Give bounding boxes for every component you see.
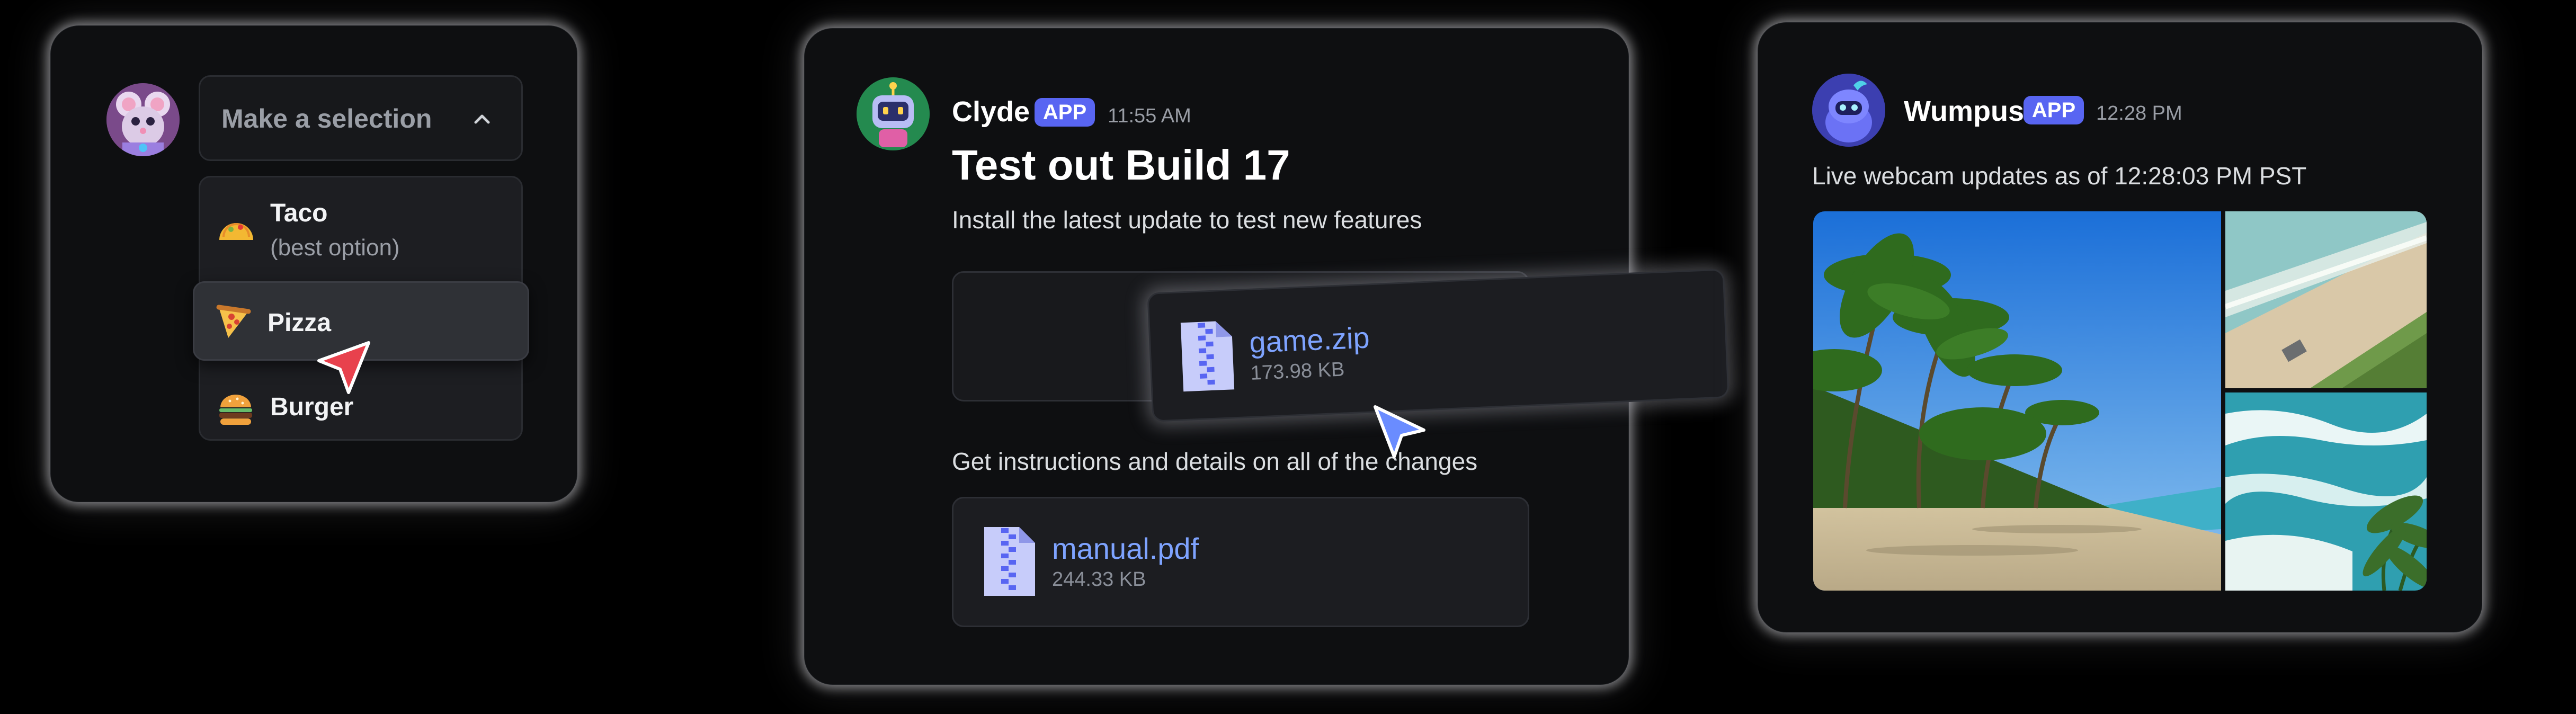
select-dropdown[interactable]: Make a selection <box>199 75 523 161</box>
beach-palms-image[interactable] <box>1813 211 2221 591</box>
file-attachment-manual[interactable]: manual.pdf 244.33 KB <box>952 497 1529 627</box>
app-badge: APP <box>1035 98 1095 127</box>
mouse-avatar-icon <box>106 83 180 156</box>
file-name-manual[interactable]: manual.pdf <box>1052 531 1199 566</box>
webcam-message: Live webcam updates as of 12:28:03 PM PS… <box>1812 162 2307 190</box>
chevron-up-icon <box>474 114 490 124</box>
zip-file-icon <box>984 527 1035 596</box>
cursor-red-icon <box>317 341 370 394</box>
cursor-blue-icon <box>1374 405 1425 458</box>
burger-icon <box>219 395 252 425</box>
file-size-game: 173.98 KB <box>1250 358 1345 385</box>
waves-image[interactable] <box>2225 392 2427 591</box>
wumpus-timestamp: 12:28 PM <box>2096 102 2182 124</box>
select-menu-card: Make a selection Taco (best option) Burg… <box>50 25 577 502</box>
option-pizza-label: Pizza <box>268 309 332 337</box>
clyde-timestamp: 11:55 AM <box>1108 105 1191 127</box>
select-placeholder: Make a selection <box>221 104 432 133</box>
clyde-username[interactable]: Clyde <box>952 95 1030 128</box>
wumpus-message-card: Wumpus APP 12:28 PM Live webcam updates … <box>1758 22 2482 632</box>
user-avatar[interactable] <box>106 83 180 156</box>
wumpus-username[interactable]: Wumpus <box>1904 95 2024 128</box>
zip-file-icon <box>1180 321 1235 392</box>
embed-description: Install the latest update to test new fe… <box>952 206 1422 234</box>
wumpus-avatar[interactable] <box>1812 74 1885 147</box>
clyde-avatar[interactable] <box>857 77 930 150</box>
aerial-beach-image[interactable] <box>2225 211 2427 388</box>
embed-title: Test out Build 17 <box>952 141 1290 189</box>
file-name-game[interactable]: game.zip <box>1249 320 1370 359</box>
option-taco-label: Taco <box>270 199 328 227</box>
pizza-icon <box>216 305 251 338</box>
file-size-manual: 244.33 KB <box>1052 568 1146 591</box>
taco-icon <box>219 223 253 240</box>
option-taco[interactable]: Taco (best option) <box>200 177 521 278</box>
app-badge: APP <box>2024 96 2084 124</box>
robot-avatar-icon <box>857 77 930 150</box>
wumpus-avatar-icon <box>1812 74 1885 147</box>
dragged-file-game[interactable]: game.zip 173.98 KB <box>1147 269 1730 422</box>
option-taco-description: (best option) <box>270 235 400 261</box>
image-gallery <box>1813 211 2427 591</box>
